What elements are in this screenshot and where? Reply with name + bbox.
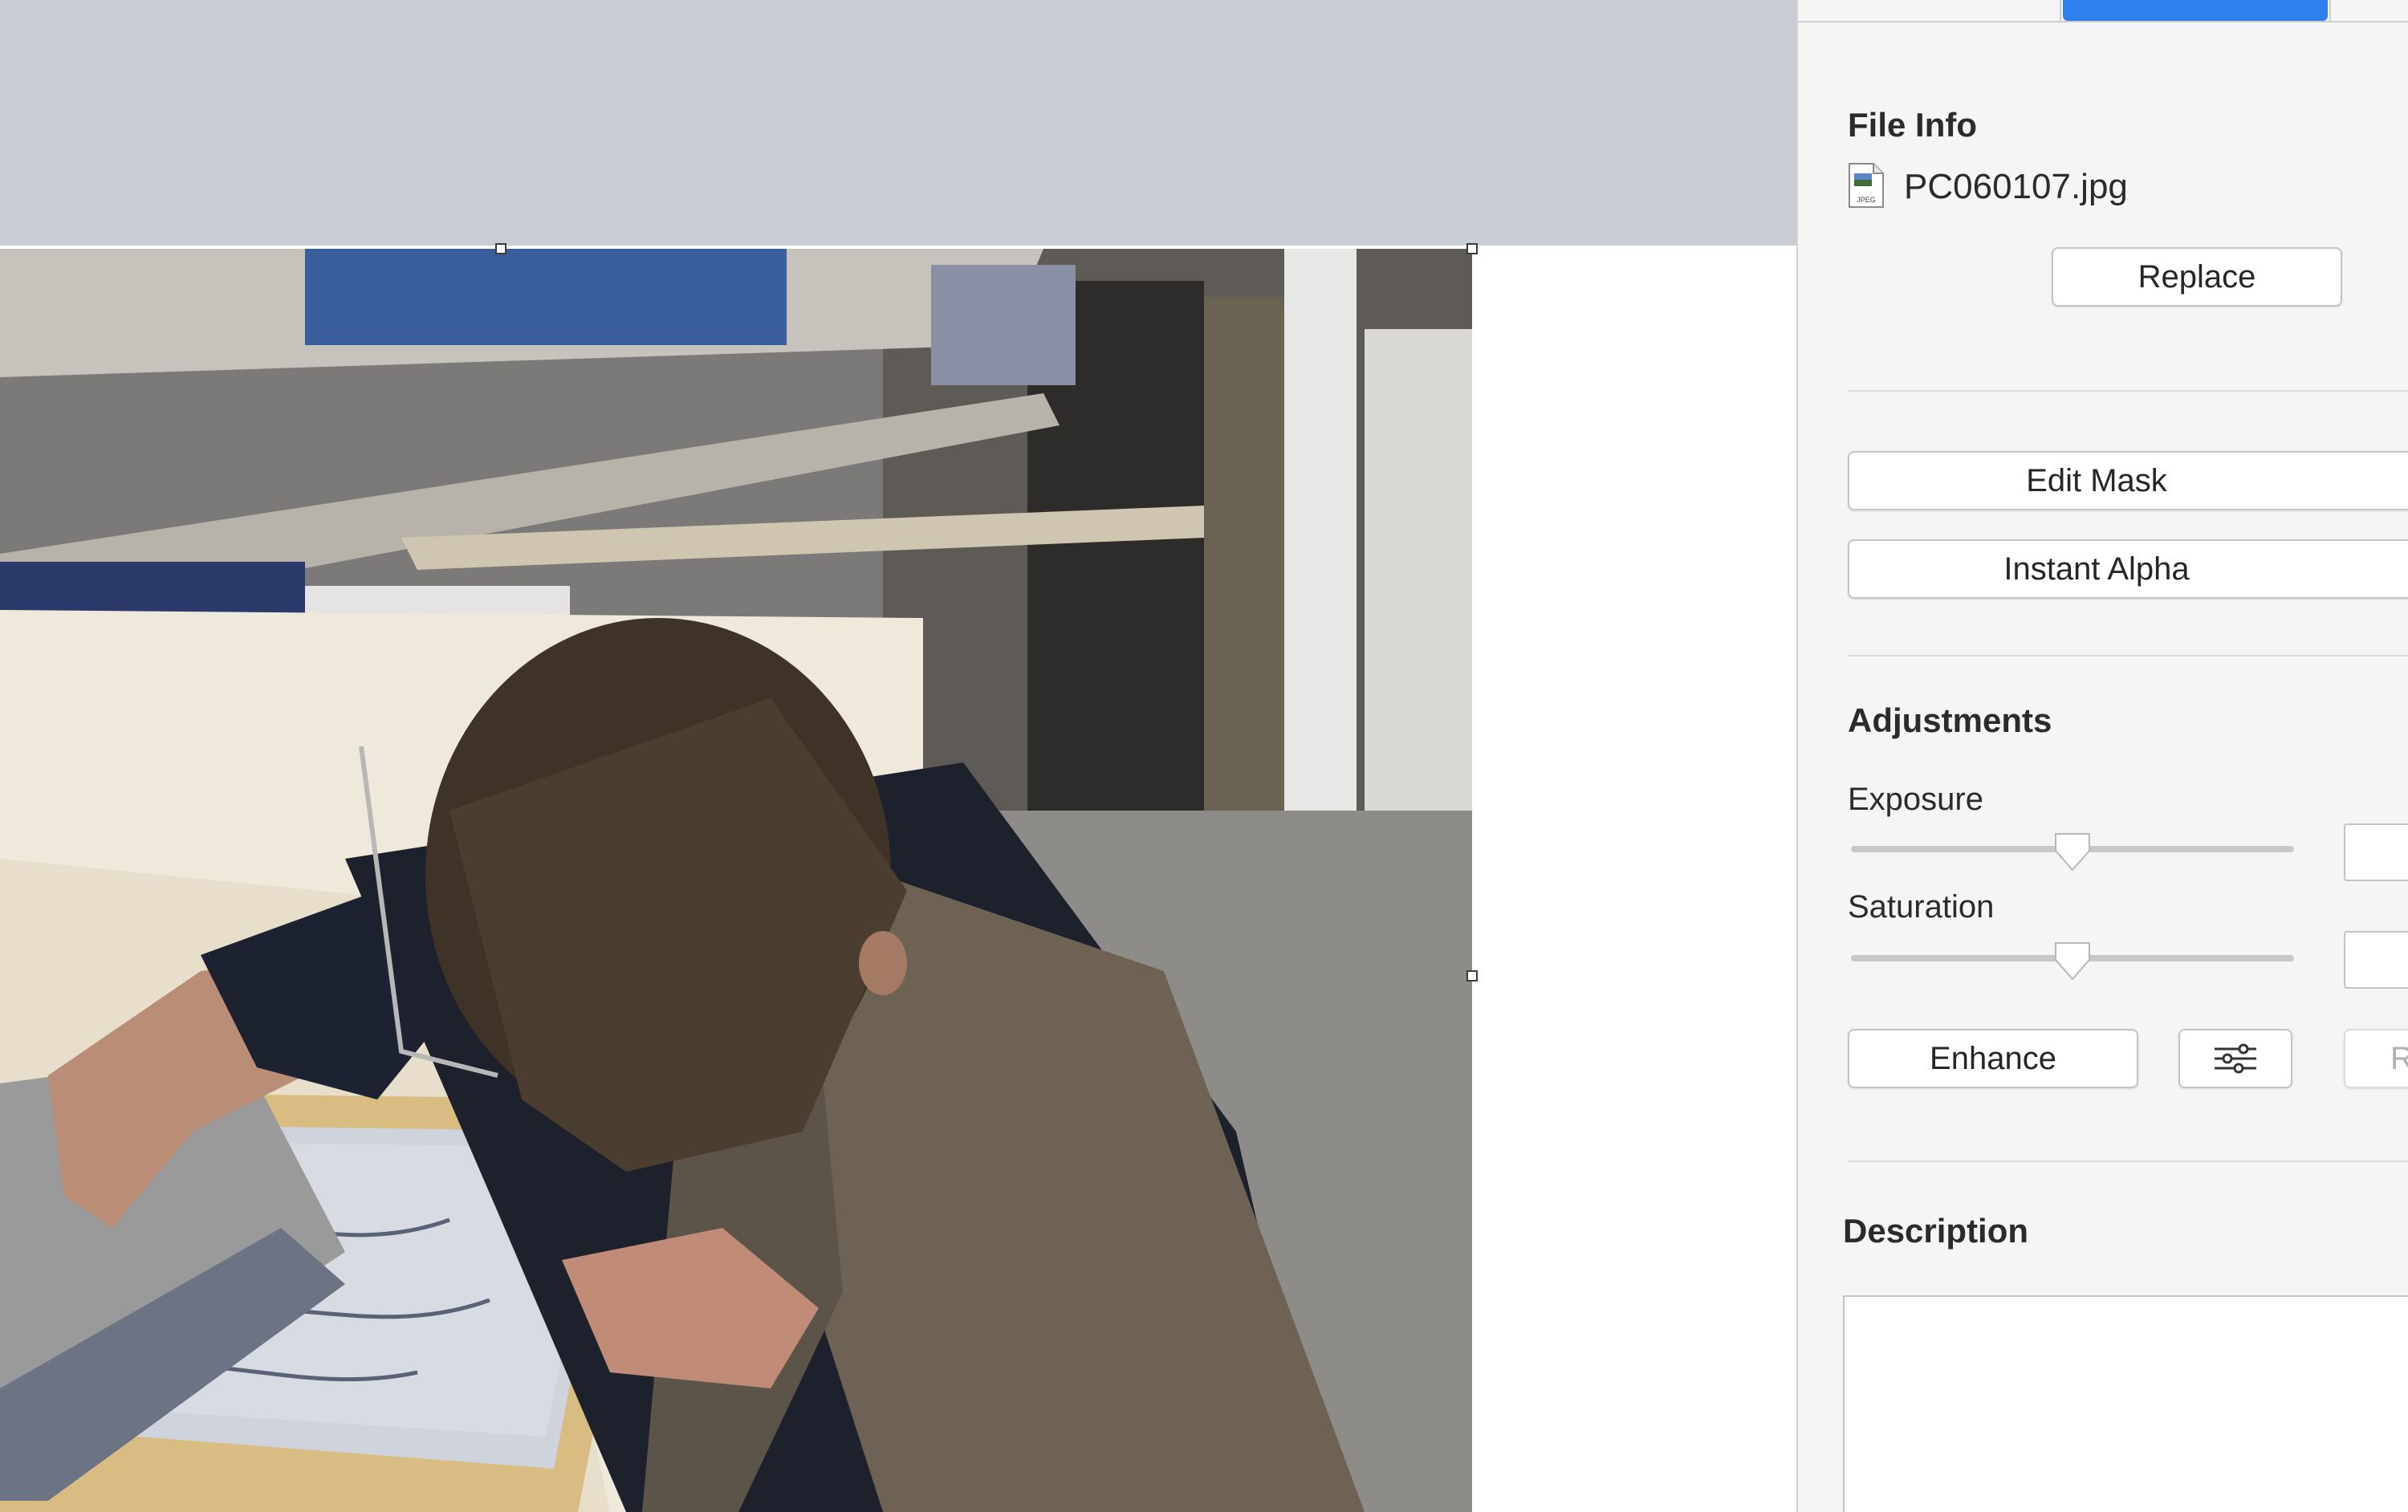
file-icon-label: JPEG [1857,196,1876,204]
adjustment-settings-button[interactable] [2178,1029,2292,1088]
jpeg-file-icon: JPEG [1848,162,1885,213]
divider [1848,390,2408,392]
enhance-button[interactable]: Enhance [1848,1029,2138,1088]
saturation-slider-thumb[interactable] [2052,941,2093,982]
reset-image-label: R [2390,1041,2408,1077]
divider [1848,1160,2408,1162]
selected-image[interactable] [0,249,1472,1512]
selection-handle-top-left[interactable] [495,243,506,254]
tab-arrange[interactable] [2329,0,2408,21]
description-title: Description [1843,1212,2029,1250]
description-textarea[interactable] [1843,1295,2408,1512]
document-canvas[interactable] [0,0,1796,1512]
replace-button[interactable]: Replace [2052,247,2342,307]
file-info-title: File Info [1848,106,1977,144]
saturation-value-field[interactable] [2344,931,2408,989]
saturation-label: Saturation [1848,889,1995,925]
exposure-value-field[interactable] [2344,823,2408,881]
selection-handle-middle-right[interactable] [1466,970,1478,982]
sliders-icon [2215,1043,2256,1074]
tab-style[interactable] [1798,0,2061,21]
edit-mask-button[interactable]: Edit Mask [1848,451,2408,510]
tab-image[interactable] [2063,0,2328,21]
adjustments-title: Adjustments [1848,701,2052,739]
divider [1848,655,2408,656]
instant-alpha-button[interactable]: Instant Alpha [1848,539,2408,599]
exposure-label: Exposure [1848,782,1983,817]
canvas-background [0,0,1796,246]
inspector-tab-bar [1798,0,2408,22]
format-inspector: File Info JPEG PC060107.jpg Replace Edit… [1796,0,2408,1512]
file-name: PC060107.jpg [1904,167,2128,206]
exposure-slider-thumb[interactable] [2052,831,2093,873]
selection-handle-top-right[interactable] [1466,243,1478,254]
reset-image-button[interactable]: R [2344,1029,2408,1088]
